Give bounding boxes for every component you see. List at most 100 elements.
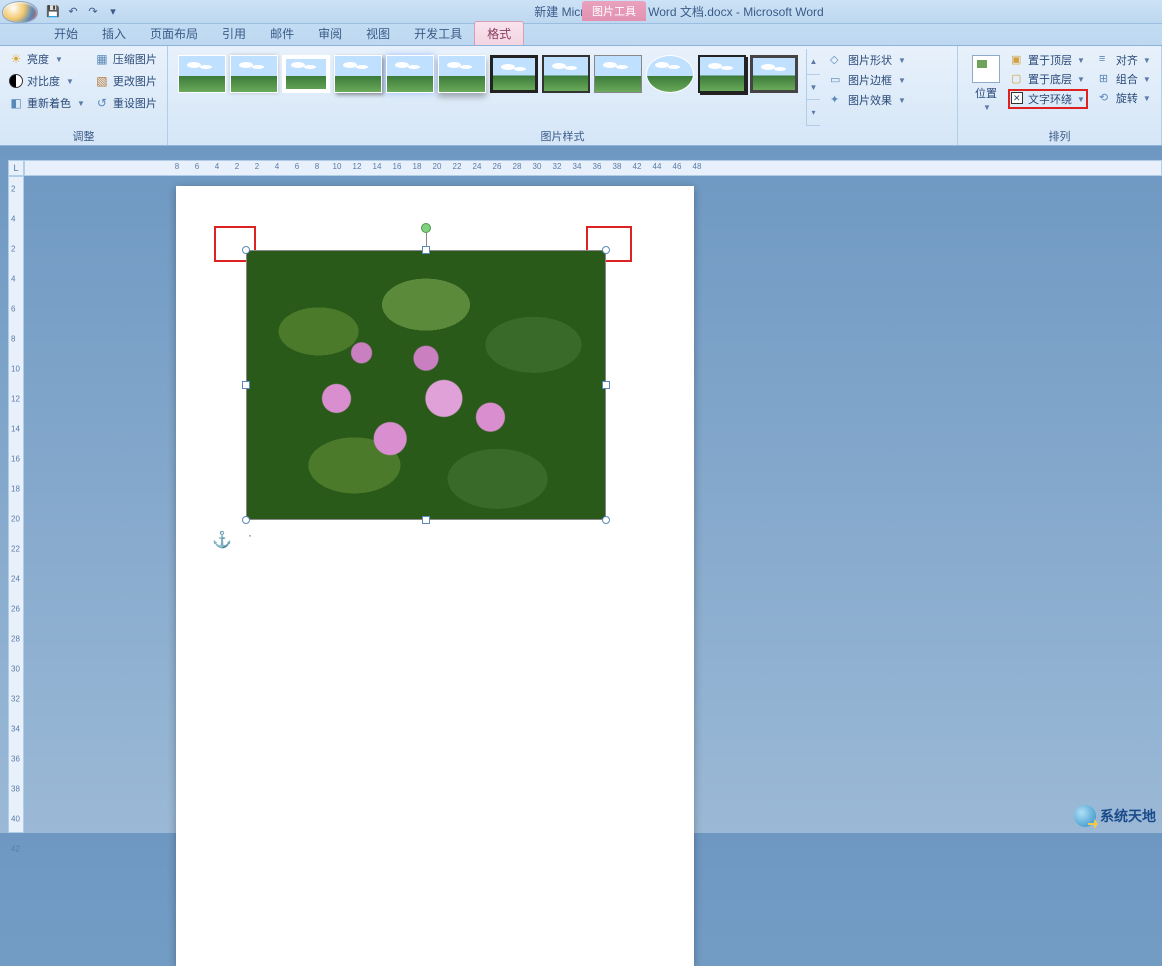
page[interactable]: ⚓ · <box>176 186 694 966</box>
gallery-scroll: ▲ ▼ ▾ <box>806 49 820 126</box>
group-title: 图片样式 <box>174 126 951 145</box>
align-icon <box>1099 53 1113 67</box>
style-thumb[interactable] <box>542 55 590 93</box>
reset-icon <box>95 96 109 110</box>
tab-view[interactable]: 视图 <box>354 22 402 45</box>
ribbon: 亮度▼ 对比度▼ 重新着色▼ 压缩图片 更改图片 重设图片 调整 <box>0 46 1162 146</box>
ruler-corner[interactable]: L <box>8 160 24 176</box>
chevron-down-icon: ▼ <box>898 56 906 65</box>
ribbon-tabs: 开始 插入 页面布局 引用 邮件 审阅 视图 开发工具 格式 <box>0 24 1162 46</box>
style-thumb[interactable] <box>230 55 278 93</box>
border-icon <box>830 73 844 87</box>
resize-handle-nw[interactable] <box>242 246 250 254</box>
contrast-button[interactable]: 对比度▼ <box>6 71 88 91</box>
rotation-line <box>426 233 427 247</box>
contrast-icon <box>9 74 23 88</box>
picture-tools-context-tab: 图片工具 <box>582 1 646 21</box>
gallery-more-icon[interactable]: ▾ <box>807 100 820 126</box>
gallery-up-icon[interactable]: ▲ <box>807 49 820 75</box>
chevron-down-icon: ▼ <box>983 103 991 112</box>
group-button[interactable]: 组合▼ <box>1096 70 1154 88</box>
rotate-button[interactable]: 旋转▼ <box>1096 89 1154 107</box>
document-area: L 86422468101214161820222426283032343638… <box>0 146 1162 833</box>
text-cursor: · <box>248 528 252 542</box>
picture-style-gallery <box>174 49 802 126</box>
resize-handle-w[interactable] <box>242 381 250 389</box>
resize-handle-se[interactable] <box>602 516 610 524</box>
style-thumb[interactable] <box>178 55 226 93</box>
watermark-text: 系统天地 <box>1100 806 1156 826</box>
save-icon[interactable]: 💾 <box>44 3 62 21</box>
position-button[interactable]: 位置 ▼ <box>966 51 1006 116</box>
vertical-ruler[interactable]: 2424681012141618202224262830323436384042 <box>8 176 24 833</box>
resize-handle-e[interactable] <box>602 381 610 389</box>
group-title: 排列 <box>964 126 1155 145</box>
effects-icon <box>830 93 844 107</box>
style-thumb[interactable] <box>386 55 434 93</box>
tab-format[interactable]: 格式 <box>474 21 524 45</box>
chevron-down-icon: ▼ <box>898 96 906 105</box>
tab-insert[interactable]: 插入 <box>90 22 138 45</box>
align-button[interactable]: 对齐▼ <box>1096 51 1154 69</box>
text-wrap-button[interactable]: 文字环绕▼ <box>1008 89 1088 109</box>
bring-front-button[interactable]: 置于顶层▼ <box>1008 51 1088 69</box>
resize-handle-sw[interactable] <box>242 516 250 524</box>
compress-button[interactable]: 压缩图片 <box>92 49 160 69</box>
gallery-down-icon[interactable]: ▼ <box>807 75 820 101</box>
chevron-down-icon: ▼ <box>1077 95 1085 104</box>
tab-developer[interactable]: 开发工具 <box>402 22 474 45</box>
position-icon <box>972 55 1000 83</box>
horizontal-ruler[interactable]: 8642246810121416182022242628303234363842… <box>24 160 1162 176</box>
group-icon <box>1099 72 1113 86</box>
style-thumb[interactable] <box>334 55 382 93</box>
tab-mailings[interactable]: 邮件 <box>258 22 306 45</box>
undo-icon[interactable]: ↶ <box>64 3 82 21</box>
group-title: 调整 <box>6 126 161 145</box>
tab-start[interactable]: 开始 <box>42 22 90 45</box>
watermark: 系统天地 <box>1074 805 1156 827</box>
recolor-button[interactable]: 重新着色▼ <box>6 93 88 113</box>
group-arrange: 位置 ▼ 置于顶层▼ 置于底层▼ 文字环绕▼ 对齐▼ 组合▼ 旋转▼ 排列 <box>958 46 1162 145</box>
selected-picture[interactable] <box>246 250 606 520</box>
chevron-down-icon: ▼ <box>1143 75 1151 84</box>
picture-effects-button[interactable]: 图片效果▼ <box>828 91 908 109</box>
office-button[interactable] <box>2 1 38 23</box>
chevron-down-icon: ▼ <box>1143 94 1151 103</box>
resize-handle-s[interactable] <box>422 516 430 524</box>
compress-icon <box>95 52 109 66</box>
globe-icon <box>1074 805 1096 827</box>
tab-layout[interactable]: 页面布局 <box>138 22 210 45</box>
quick-access-toolbar: 💾 ↶ ↷ ▾ <box>40 3 126 21</box>
document-title: 新建 Microsoft Office Word 文档.docx - Micro… <box>534 3 823 20</box>
brightness-icon <box>9 52 23 66</box>
style-thumb[interactable] <box>282 55 330 93</box>
brightness-button[interactable]: 亮度▼ <box>6 49 88 69</box>
anchor-icon: ⚓ <box>212 530 232 550</box>
redo-icon[interactable]: ↷ <box>84 3 102 21</box>
style-thumb[interactable] <box>646 55 694 93</box>
picture-content <box>247 251 605 519</box>
style-thumb[interactable] <box>594 55 642 93</box>
style-thumb[interactable] <box>750 55 798 93</box>
shape-icon <box>830 53 844 67</box>
style-thumb[interactable] <box>438 55 486 93</box>
tab-references[interactable]: 引用 <box>210 22 258 45</box>
rotate-icon <box>1099 91 1113 105</box>
resize-handle-ne[interactable] <box>602 246 610 254</box>
reset-picture-button[interactable]: 重设图片 <box>92 93 160 113</box>
style-thumb[interactable] <box>490 55 538 93</box>
send-back-icon <box>1011 72 1025 86</box>
resize-handle-n[interactable] <box>422 246 430 254</box>
picture-shape-button[interactable]: 图片形状▼ <box>828 51 908 69</box>
recolor-icon <box>9 96 23 110</box>
tab-review[interactable]: 审阅 <box>306 22 354 45</box>
rotation-handle[interactable] <box>421 223 431 233</box>
send-back-button[interactable]: 置于底层▼ <box>1008 70 1088 88</box>
change-picture-button[interactable]: 更改图片 <box>92 71 160 91</box>
picture-border-button[interactable]: 图片边框▼ <box>828 71 908 89</box>
style-thumb[interactable] <box>698 55 746 93</box>
chevron-down-icon: ▼ <box>55 55 63 64</box>
bring-front-icon <box>1011 53 1025 67</box>
group-picture-styles: ▲ ▼ ▾ 图片形状▼ 图片边框▼ 图片效果▼ 图片样式 <box>168 46 958 145</box>
qat-more-icon[interactable]: ▾ <box>104 3 122 21</box>
